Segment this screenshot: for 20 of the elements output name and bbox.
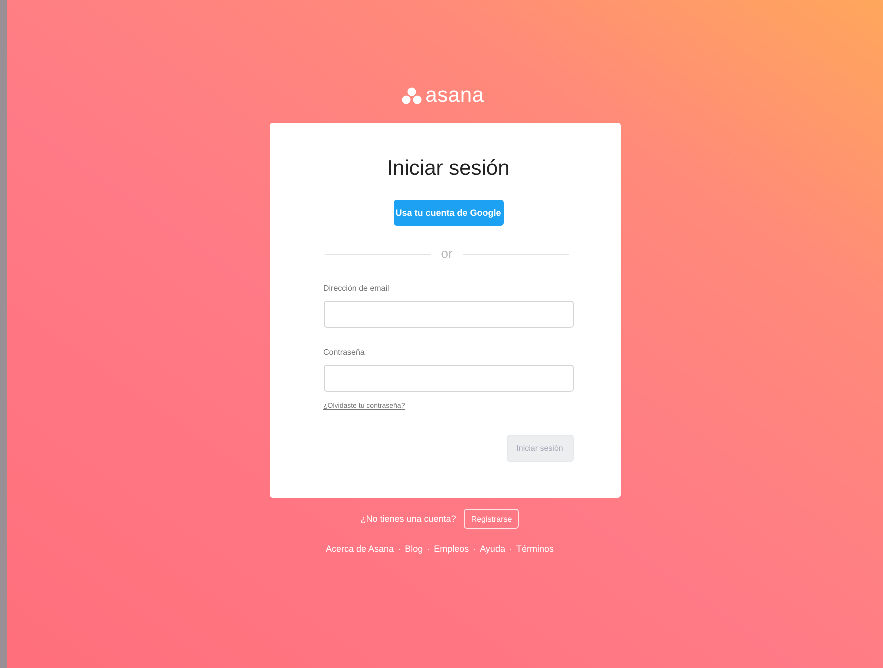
separator: · [509, 543, 512, 555]
separator: · [473, 543, 476, 555]
footer-link[interactable]: Empleos [434, 543, 470, 555]
footer-link[interactable]: Blog [405, 543, 424, 555]
page-title: Iniciar sesión [387, 156, 510, 182]
register-button[interactable]: Registrarse [464, 509, 520, 529]
separator: · [427, 543, 430, 555]
field-label: Contraseña [324, 348, 365, 358]
footer-link[interactable]: Términos [516, 543, 554, 555]
signup-prompt: ¿No tienes una cuenta? [360, 514, 456, 524]
three-dots-icon [402, 87, 422, 105]
google-button[interactable]: Usa tu cuenta de Google [394, 200, 504, 226]
divider-text: or [441, 246, 453, 262]
footer-link[interactable]: Acerca de Asana [326, 543, 394, 555]
field-label: Dirección de email [324, 284, 390, 294]
footer-link[interactable]: Ayuda [480, 543, 506, 555]
logo-text: asana [426, 85, 484, 107]
input-field[interactable] [324, 365, 574, 392]
separator: · [398, 543, 402, 555]
input-field[interactable] [324, 301, 574, 328]
